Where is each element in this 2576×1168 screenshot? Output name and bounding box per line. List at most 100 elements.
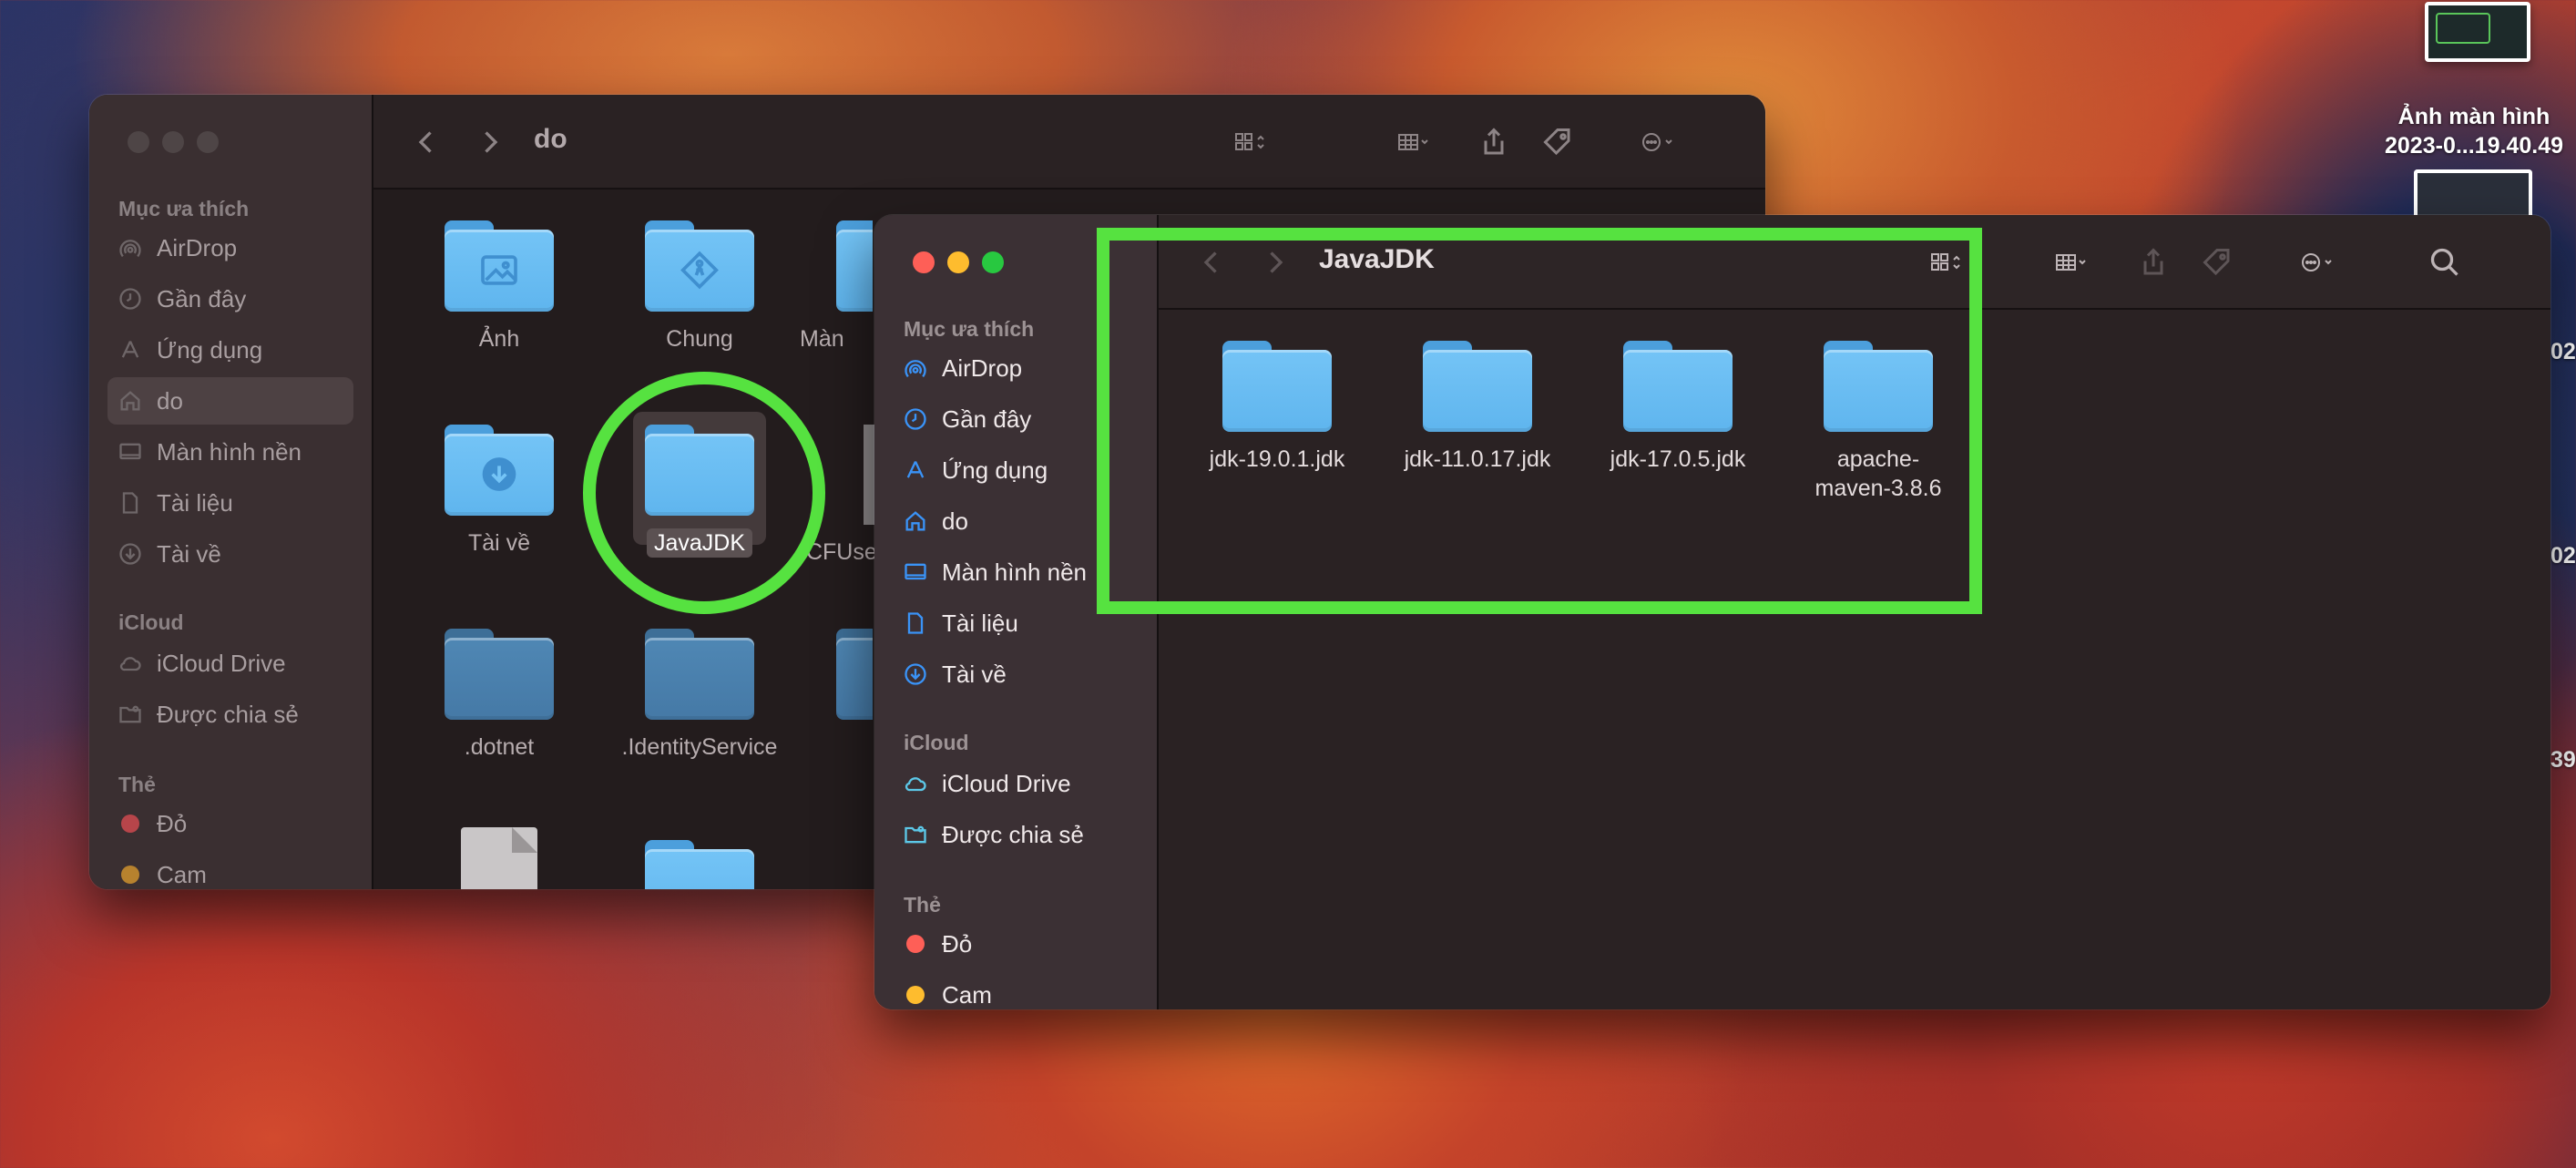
- document-icon: [461, 827, 537, 889]
- desktop-icon: [902, 558, 929, 586]
- document-icon: [117, 489, 144, 517]
- sidebar: Mục ưa thích AirDrop Gần đây Ứng dụng do…: [89, 95, 373, 889]
- folder-item[interactable]: .IdentityService: [599, 629, 800, 762]
- more-actions-button[interactable]: [2283, 242, 2352, 282]
- toolbar: do: [373, 95, 1765, 190]
- tag-red-dot: [906, 935, 925, 953]
- sidebar-item-documents[interactable]: Tài liệu: [107, 479, 353, 527]
- screenshot-thumbnail[interactable]: [2425, 2, 2530, 62]
- folder-item[interactable]: Ảnh: [399, 220, 599, 353]
- clock-icon: [117, 285, 144, 312]
- folder-item[interactable]: [800, 629, 873, 720]
- download-icon: [117, 540, 144, 568]
- tag-red-dot: [121, 815, 139, 833]
- more-actions-button[interactable]: [1623, 122, 1692, 162]
- cloud-icon: [902, 770, 929, 797]
- back-button[interactable]: [410, 122, 443, 162]
- desktop-icon: [117, 438, 144, 466]
- share-button[interactable]: [2137, 242, 2170, 282]
- download-icon: [479, 455, 519, 501]
- shared-folder-icon: [117, 701, 144, 728]
- chevron-left-icon: [418, 131, 432, 153]
- group-icon: [2056, 254, 2086, 271]
- sidebar-item-recents[interactable]: Gần đây: [107, 275, 353, 323]
- minimize-button[interactable]: [947, 251, 969, 273]
- photo-icon: [479, 254, 519, 293]
- group-button[interactable]: [1379, 122, 1448, 162]
- desktop-edge-label: 02: [2550, 543, 2576, 569]
- sidebar-item-tag-red[interactable]: Đỏ: [893, 920, 1139, 968]
- share-icon: [2143, 248, 2163, 275]
- highlight-rectangle: [1097, 228, 1982, 614]
- clock-icon: [902, 405, 929, 433]
- sidebar-item-downloads[interactable]: Tài về: [893, 651, 1139, 698]
- tag-orange-dot: [121, 866, 139, 884]
- sidebar-section-icloud: iCloud: [118, 610, 184, 634]
- share-button[interactable]: [1477, 122, 1510, 162]
- home-icon: [117, 387, 144, 415]
- window-controls: [913, 251, 1004, 273]
- desktop-file-thumbnail[interactable]: [2414, 169, 2532, 217]
- search-icon: [2430, 248, 2458, 276]
- sidebar-item-airdrop[interactable]: AirDrop: [107, 224, 353, 272]
- sidebar-section-tags: Thẻ: [904, 893, 941, 917]
- sidebar-item-tag-red[interactable]: Đỏ: [107, 800, 353, 847]
- tag-button[interactable]: [2201, 242, 2234, 282]
- sidebar-item-home[interactable]: do: [107, 377, 353, 425]
- forward-button[interactable]: [474, 122, 506, 162]
- download-icon: [902, 661, 929, 688]
- folder-item[interactable]: Màn: [800, 220, 873, 353]
- desktop-edge-label: 39: [2550, 747, 2576, 773]
- cloud-icon: [117, 650, 144, 677]
- group-icon: [1398, 134, 1428, 150]
- file-item[interactable]: [399, 827, 599, 889]
- airdrop-icon: [117, 234, 144, 261]
- highlight-circle: [583, 372, 825, 614]
- window-controls: [128, 131, 219, 153]
- tag-button[interactable]: [1541, 122, 1574, 162]
- minimize-button[interactable]: [162, 131, 184, 153]
- sidebar-item-downloads[interactable]: Tài về: [107, 530, 353, 578]
- apps-icon: [902, 456, 929, 484]
- desktop-edge-label: 02: [2550, 339, 2576, 364]
- window-title: do: [534, 124, 567, 154]
- sidebar-item-applications[interactable]: Ứng dụng: [107, 326, 353, 374]
- chevron-right-icon: [485, 131, 498, 153]
- sidebar-item-icloud-drive[interactable]: iCloud Drive: [893, 760, 1139, 807]
- view-mode-button[interactable]: [1219, 122, 1283, 162]
- document-icon: [902, 610, 929, 637]
- sidebar-item-icloud-drive[interactable]: iCloud Drive: [107, 640, 353, 687]
- search-button[interactable]: [2428, 242, 2461, 282]
- sidebar-section-favorites: Mục ưa thích: [118, 197, 250, 220]
- sidebar-item-tag-orange[interactable]: Cam: [893, 971, 1139, 1009]
- airdrop-icon: [902, 354, 929, 382]
- sidebar-section-favorites: Mục ưa thích: [904, 317, 1035, 341]
- close-button[interactable]: [913, 251, 935, 273]
- folder-item[interactable]: Chung: [599, 220, 800, 353]
- sidebar-item-tag-orange[interactable]: Cam: [107, 851, 353, 889]
- shared-folder-icon: [902, 821, 929, 848]
- close-button[interactable]: [128, 131, 149, 153]
- home-icon: [902, 507, 929, 535]
- ellipsis-circle-icon: [2302, 253, 2332, 272]
- tag-icon: [1543, 128, 1570, 156]
- public-folder-icon: [680, 251, 720, 297]
- grid-view-icon: [1235, 133, 1264, 150]
- sidebar-section-icloud: iCloud: [904, 731, 969, 754]
- zoom-button[interactable]: [982, 251, 1004, 273]
- sidebar-item-shared[interactable]: Được chia sẻ: [107, 691, 353, 738]
- group-button[interactable]: [2037, 242, 2106, 282]
- sidebar-item-desktop[interactable]: Màn hình nền: [107, 428, 353, 476]
- tag-icon: [2203, 249, 2230, 276]
- tag-orange-dot: [906, 986, 925, 1004]
- folder-item[interactable]: .dotnet: [399, 629, 599, 762]
- ellipsis-circle-icon: [1642, 133, 1672, 151]
- sidebar-section-tags: Thẻ: [118, 773, 156, 796]
- apps-icon: [117, 336, 144, 364]
- sidebar-item-shared[interactable]: Được chia sẻ: [893, 811, 1139, 858]
- share-icon: [1484, 128, 1504, 155]
- folder-item[interactable]: [599, 840, 800, 889]
- folder-item[interactable]: Tài về: [399, 425, 599, 558]
- screenshot-file-label[interactable]: Ảnh màn hình 2023-0...19.40.49: [2365, 102, 2576, 160]
- zoom-button[interactable]: [197, 131, 219, 153]
